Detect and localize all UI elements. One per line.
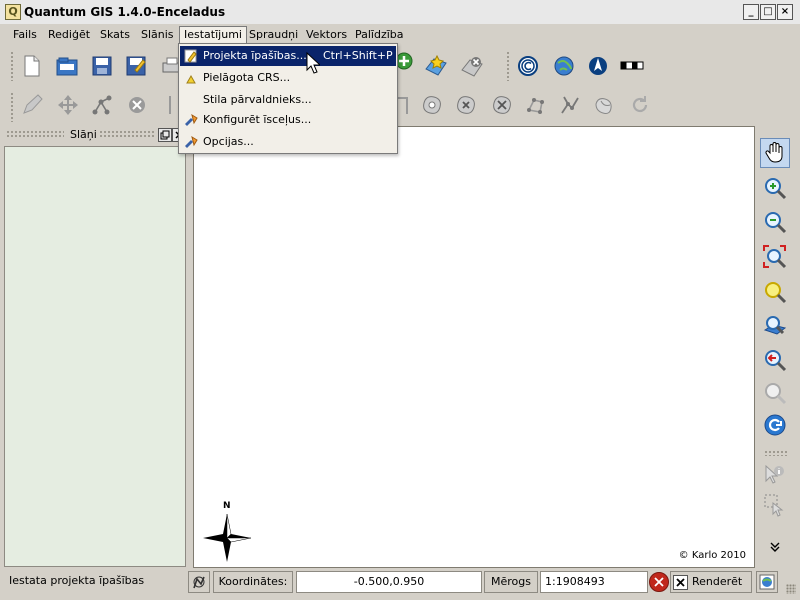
layers-list[interactable]	[4, 146, 186, 567]
menu-palidziba[interactable]: Palīdzība	[351, 27, 408, 42]
delete-selected-icon[interactable]	[125, 93, 149, 117]
menu-item-label: Opcijas...	[203, 135, 254, 148]
zoom-to-selection-icon[interactable]	[760, 277, 790, 307]
zoom-last-icon[interactable]	[760, 345, 790, 375]
custom-crs-icon	[182, 69, 200, 87]
menu-item-label: Pielāgota CRS...	[203, 71, 291, 84]
copyright-label: © Karlo 2010	[678, 550, 746, 561]
layers-panel-title: Slāņi	[70, 128, 97, 141]
status-bar: Iestata projekta īpašības Koordinātes: -…	[0, 570, 800, 596]
menu-spraudni[interactable]: Spraudņi	[245, 27, 302, 42]
layers-panel-header: Slāņi	[4, 127, 186, 143]
mouse-cursor-icon	[306, 52, 320, 74]
settings-dropdown: Projekta īpašības... Ctrl+Shift+P Pielāg…	[178, 43, 398, 154]
toolbar-grip[interactable]	[764, 450, 788, 456]
north-label: N	[223, 501, 231, 511]
save-project-icon[interactable]	[90, 54, 114, 78]
save-as-icon[interactable]	[124, 54, 148, 78]
open-project-icon[interactable]	[55, 54, 79, 78]
title-bar: Q Quantum GIS 1.4.0-Enceladus _ □ ×	[0, 0, 800, 25]
node-tool-icon[interactable]	[90, 93, 114, 117]
layers-panel: Slāņi	[4, 127, 186, 567]
split-features-icon[interactable]	[558, 93, 582, 117]
select-features-icon[interactable]	[760, 490, 790, 520]
close-button[interactable]: ×	[777, 4, 793, 20]
zoom-full-icon[interactable]	[760, 242, 790, 272]
globe-icon[interactable]	[552, 54, 576, 78]
add-island-icon[interactable]	[420, 93, 444, 117]
menu-fails[interactable]: Fails	[9, 27, 41, 42]
identify-features-icon[interactable]	[760, 460, 790, 490]
render-label: Renderēt	[692, 575, 743, 588]
reshape-features-icon[interactable]	[524, 93, 548, 117]
zoom-to-layer-icon[interactable]	[760, 311, 790, 341]
toolbar-grip[interactable]	[506, 51, 510, 81]
map-canvas[interactable]: N © Karlo 2010	[193, 126, 755, 568]
move-feature-icon[interactable]	[56, 93, 80, 117]
coordinates-field[interactable]: -0.500,0.950	[296, 571, 482, 593]
toolbar-grip[interactable]	[10, 51, 14, 81]
remove-layer-icon[interactable]	[460, 54, 484, 78]
menu-item-shortcut: Ctrl+Shift+P	[323, 49, 393, 62]
menu-project-properties[interactable]: Projekta īpašības... Ctrl+Shift+P	[180, 46, 396, 66]
menu-skats[interactable]: Skats	[96, 27, 134, 42]
window-title: Quantum GIS 1.4.0-Enceladus	[24, 5, 226, 19]
menu-slanis[interactable]: Slānis	[137, 27, 178, 42]
pan-hand-icon[interactable]	[760, 138, 790, 168]
qgis-logo-icon: Q	[5, 4, 21, 20]
rotate-icon[interactable]	[628, 93, 652, 117]
menu-custom-crs[interactable]: Pielāgota CRS...	[180, 68, 396, 88]
menu-item-label: Stila pārvaldnieks...	[203, 93, 312, 106]
stop-render-button[interactable]	[649, 572, 669, 592]
menu-item-label: Projekta īpašības...	[203, 49, 307, 62]
render-checkbox[interactable]	[673, 575, 688, 590]
menu-configure-shortcuts[interactable]: Konfigurēt īsceļus...	[180, 110, 396, 130]
float-panel-icon[interactable]	[158, 128, 172, 142]
resize-grip[interactable]	[786, 584, 796, 594]
minimize-button[interactable]: _	[743, 4, 759, 20]
refresh-icon[interactable]	[760, 410, 790, 440]
status-message: Iestata projekta īpašības	[9, 574, 145, 587]
zoom-next-icon[interactable]	[760, 378, 790, 408]
edit-pencil-icon[interactable]	[20, 93, 44, 117]
menu-iestatijumi[interactable]: Iestatījumi	[179, 26, 247, 44]
merge-features-icon[interactable]	[592, 93, 616, 117]
options-icon	[182, 133, 200, 151]
file-toolbar	[0, 44, 800, 86]
menu-bar: Fails Rediģēt Skats Slānis Iestatījumi S…	[0, 24, 800, 44]
north-arrow: N	[202, 501, 252, 563]
delete-ring-icon[interactable]	[454, 93, 478, 117]
scale-bar-icon[interactable]	[620, 54, 644, 78]
panel-grip[interactable]	[99, 130, 155, 138]
menu-options[interactable]: Opcijas...	[180, 132, 396, 152]
toolbar-more-chevron-icon[interactable]	[760, 540, 790, 554]
configure-shortcuts-icon	[182, 111, 200, 129]
zoom-out-icon[interactable]	[760, 207, 790, 237]
scale-label: Mērogs	[484, 571, 538, 593]
map-navigation-toolbar	[760, 128, 792, 568]
zoom-in-icon[interactable]	[760, 173, 790, 203]
panel-grip[interactable]	[6, 130, 64, 138]
menu-item-label: Konfigurēt īsceļus...	[203, 113, 312, 126]
new-layer-icon[interactable]	[424, 54, 448, 78]
coordinates-label: Koordinātes:	[213, 571, 293, 593]
digitizing-toolbar	[0, 86, 800, 128]
projection-status-icon[interactable]	[756, 571, 778, 593]
maximize-button[interactable]: □	[760, 4, 776, 20]
scale-field[interactable]: 1:1908493	[540, 571, 648, 593]
render-toggle[interactable]: Renderēt	[670, 571, 752, 593]
delete-part-icon[interactable]	[490, 93, 514, 117]
menu-style-manager[interactable]: Stila pārvaldnieks...	[180, 90, 396, 110]
copyright-label-icon[interactable]	[516, 54, 540, 78]
new-project-icon[interactable]	[20, 54, 44, 78]
menu-rediget[interactable]: Rediģēt	[44, 27, 94, 42]
project-properties-icon	[182, 47, 200, 65]
menu-vektors[interactable]: Vektors	[302, 27, 351, 42]
north-arrow-icon[interactable]	[586, 54, 610, 78]
toggle-extents-icon[interactable]	[188, 571, 210, 593]
toolbar-grip[interactable]	[10, 92, 14, 122]
